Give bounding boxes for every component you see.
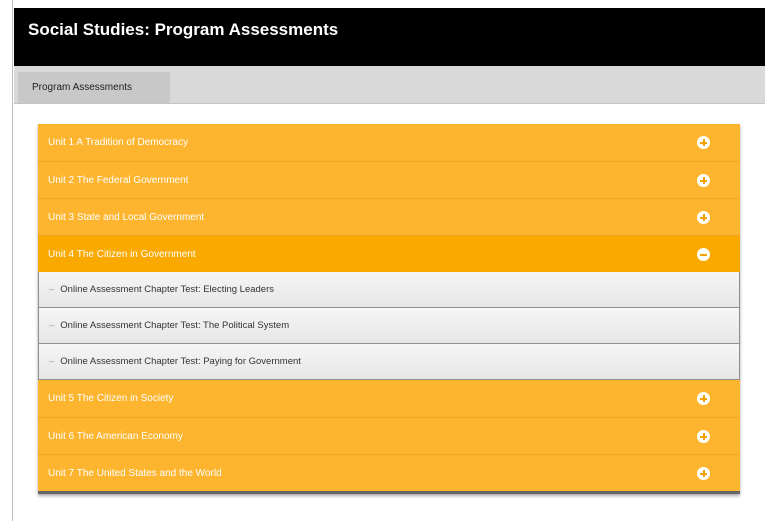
assessment-link-electing-leaders[interactable]: – Online Assessment Chapter Test: Electin…	[38, 272, 740, 308]
page-title: Social Studies: Program Assessments	[28, 20, 339, 39]
unit-6-row[interactable]: Unit 6 The American Economy	[38, 417, 740, 454]
unit-4-row[interactable]: Unit 4 The Citizen in Government	[38, 235, 740, 272]
dash-bullet: –	[49, 284, 55, 295]
assessment-label: Online Assessment Chapter Test: The Poli…	[60, 320, 290, 331]
unit-label: Unit 3 State and Local Government	[48, 212, 205, 223]
expand-icon[interactable]	[697, 136, 710, 149]
expand-icon[interactable]	[697, 174, 710, 187]
tab-bar: Program Assessments	[14, 66, 765, 104]
tab-program-assessments[interactable]: Program Assessments	[18, 72, 170, 103]
unit-3-row[interactable]: Unit 3 State and Local Government	[38, 198, 740, 235]
unit-label: Unit 7 The United States and the World	[48, 468, 222, 479]
units-accordion: Unit 1 A Tradition of Democracy Unit 2 T…	[38, 124, 740, 494]
unit-1-row[interactable]: Unit 1 A Tradition of Democracy	[38, 124, 740, 161]
unit-7-row[interactable]: Unit 7 The United States and the World	[38, 454, 740, 491]
unit-label: Unit 5 The Citizen in Society	[48, 393, 174, 404]
expand-icon[interactable]	[697, 392, 710, 405]
expand-icon[interactable]	[697, 430, 710, 443]
unit-label: Unit 2 The Federal Government	[48, 175, 189, 186]
unit-label: Unit 1 A Tradition of Democracy	[48, 137, 189, 148]
expand-icon[interactable]	[697, 467, 710, 480]
dash-bullet: –	[49, 320, 55, 331]
unit-label: Unit 4 The Citizen in Government	[48, 249, 196, 260]
expand-icon[interactable]	[697, 211, 710, 224]
assessment-link-political-system[interactable]: – Online Assessment Chapter Test: The Pol…	[38, 308, 740, 344]
page-header: Social Studies: Program Assessments	[14, 8, 765, 66]
unit-2-row[interactable]: Unit 2 The Federal Government	[38, 161, 740, 198]
dash-bullet: –	[49, 356, 55, 367]
unit-5-row[interactable]: Unit 5 The Citizen in Society	[38, 380, 740, 417]
collapse-icon[interactable]	[697, 248, 710, 261]
assessment-label: Online Assessment Chapter Test: Electing…	[60, 284, 274, 295]
assessment-label: Online Assessment Chapter Test: Paying f…	[60, 356, 301, 367]
assessment-link-paying-for-government[interactable]: – Online Assessment Chapter Test: Paying …	[38, 344, 740, 380]
unit-label: Unit 6 The American Economy	[48, 431, 183, 442]
